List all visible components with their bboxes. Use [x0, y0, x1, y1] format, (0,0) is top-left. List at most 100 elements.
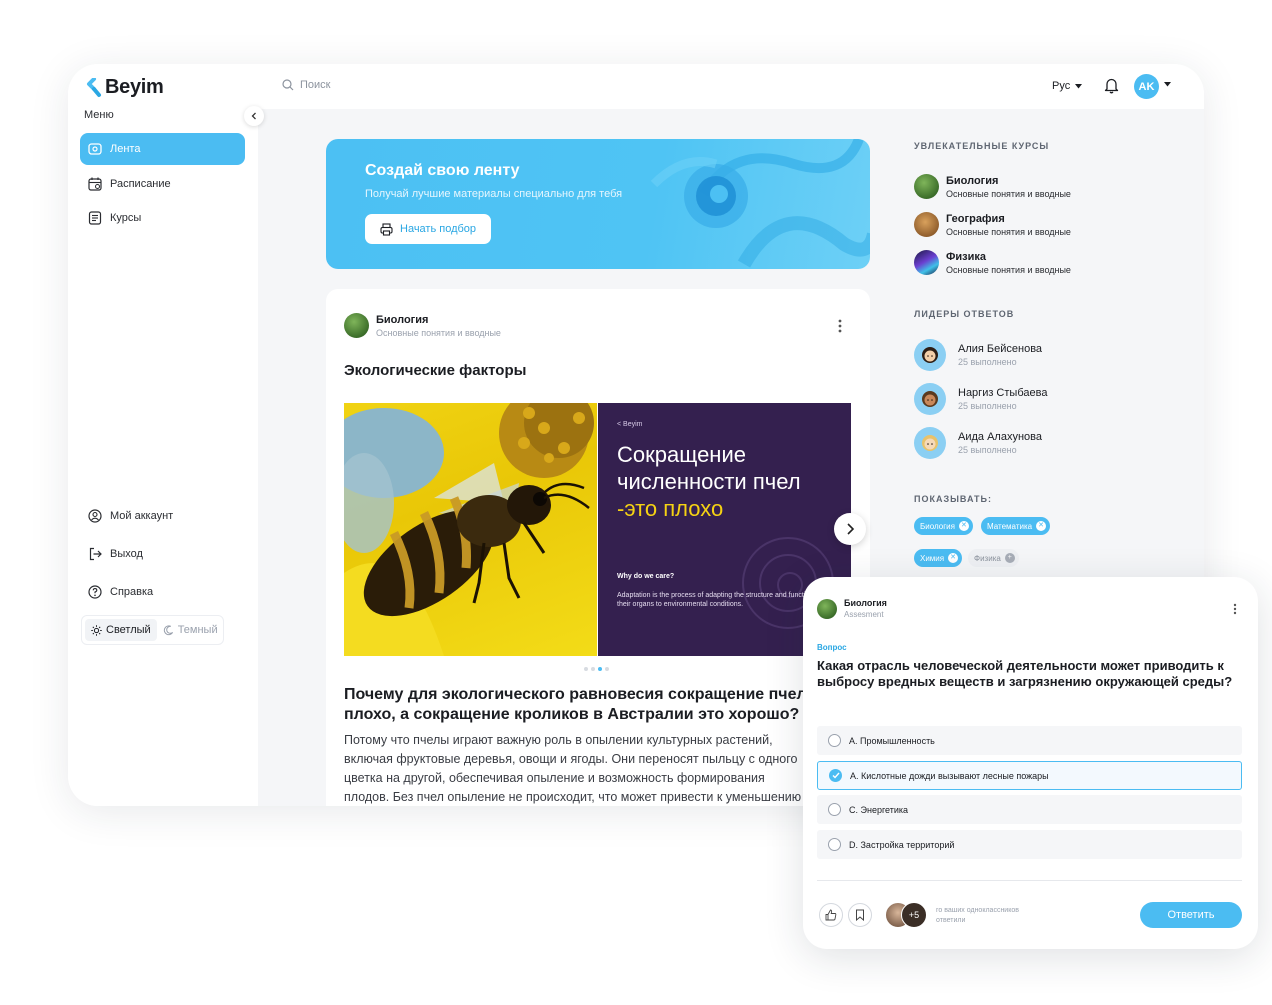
girl-avatar-icon	[922, 435, 938, 451]
filter-chip-biology[interactable]: Биология ✕	[914, 517, 973, 535]
girl-avatar-icon	[922, 347, 938, 363]
sidebar-item-label: Справка	[110, 586, 154, 598]
bee-illustration	[344, 403, 594, 656]
start-selection-label: Начать подбор	[400, 223, 477, 235]
radio-button[interactable]	[828, 734, 841, 747]
user-menu-caret-icon[interactable]	[1164, 82, 1171, 87]
add-icon[interactable]: +	[1004, 553, 1015, 563]
filter-chip-physics[interactable]: Физика +	[968, 549, 1019, 567]
beyim-logo-icon	[87, 77, 101, 97]
sidebar-item-schedule[interactable]: Расписание	[80, 168, 245, 200]
leader-item[interactable]: Аида Алахунова 25 выполнено	[914, 427, 1042, 459]
post-course-title: Биология	[376, 313, 429, 326]
calendar-icon	[88, 177, 102, 191]
answer-button[interactable]: Ответить	[1140, 902, 1242, 928]
sidebar-item-logout[interactable]: Выход	[80, 538, 245, 570]
remove-icon[interactable]: ✕	[948, 553, 959, 563]
geography-icon	[914, 212, 939, 237]
remove-icon[interactable]: ✕	[1036, 521, 1047, 531]
quiz-divider	[817, 880, 1242, 881]
feed-post: Биология Основные понятия и вводные Экол…	[326, 289, 870, 806]
radio-button[interactable]	[828, 838, 841, 851]
sidebar-item-label: Курсы	[110, 212, 142, 224]
bell-icon	[1104, 78, 1119, 94]
course-item-geography[interactable]: География Основные понятия и вводные	[914, 212, 1071, 237]
course-item-physics[interactable]: Физика Основные понятия и вводные	[914, 250, 1071, 275]
physics-icon	[914, 250, 939, 275]
more-classmates-count: +5	[901, 902, 927, 928]
theme-light-option[interactable]: Светлый	[85, 619, 157, 641]
classmates-answered-text: го ваших одноклассников ответили	[936, 907, 1019, 924]
post-slider: < Beyim Сокращение численности пчел -это…	[344, 403, 851, 656]
quiz-option[interactable]: D. Застройка территорий	[817, 830, 1242, 859]
slider-dot[interactable]	[591, 667, 595, 671]
sidebar-item-help[interactable]: Справка	[80, 576, 245, 608]
classmates-avatars: +5	[885, 902, 927, 928]
quiz-course-subtitle: Assesment	[844, 610, 884, 619]
quiz-card: Биология Assesment Вопрос Какая отрасль …	[803, 577, 1258, 949]
feed-icon	[88, 143, 102, 155]
leader-item[interactable]: Наргиз Стыбаева 25 выполнено	[914, 383, 1047, 415]
leader-avatar	[914, 383, 946, 415]
sidebar-item-label: Расписание	[110, 177, 171, 190]
quiz-option-selected[interactable]: A. Кислотные дожди вызывают лесные пожар…	[817, 761, 1242, 790]
theme-switcher: Светлый Темный	[81, 615, 224, 645]
bookmark-icon	[856, 909, 864, 921]
filter-chip-math[interactable]: Математика ✕	[981, 517, 1051, 535]
sun-icon	[91, 624, 102, 636]
moon-icon	[163, 624, 173, 635]
search-placeholder: Поиск	[300, 79, 331, 91]
biology-course-icon	[344, 313, 369, 338]
courses-heading: УВЛЕКАТЕЛЬНЫЕ КУРСЫ	[914, 141, 1050, 151]
search-input[interactable]: Поиск	[282, 79, 330, 91]
post-more-icon[interactable]	[838, 319, 842, 333]
sidebar-item-courses[interactable]: Курсы	[80, 202, 245, 234]
quiz-more-icon[interactable]	[1233, 603, 1237, 615]
radio-checked-icon[interactable]	[829, 769, 842, 782]
remove-icon[interactable]: ✕	[958, 521, 969, 531]
quiz-option[interactable]: A. Промышленность	[817, 726, 1242, 755]
chevron-right-icon	[846, 523, 854, 535]
slider-dot[interactable]	[605, 667, 609, 671]
slider-dot[interactable]	[598, 667, 602, 671]
course-item-biology[interactable]: Биология Основные понятия и вводные	[914, 174, 1071, 199]
post-course-subtitle: Основные понятия и вводные	[376, 327, 501, 338]
filter-chip-chemistry[interactable]: Химия ✕	[914, 549, 963, 567]
notifications-button[interactable]	[1104, 77, 1119, 99]
post-question: Почему для экологического равновесия сок…	[344, 686, 807, 723]
theme-light-label: Светлый	[106, 624, 151, 636]
sidebar-item-feed[interactable]: Лента	[80, 133, 245, 165]
slide-question: Why do we care?	[617, 573, 675, 580]
language-select[interactable]: Рус	[1052, 80, 1083, 92]
start-selection-button[interactable]: Начать подбор	[365, 214, 492, 244]
bookmark-button[interactable]	[848, 903, 872, 927]
logout-icon	[89, 547, 102, 561]
caret-down-icon	[1075, 83, 1083, 88]
sidebar-item-account[interactable]: Мой аккаунт	[80, 500, 245, 532]
topbar: Поиск Рус AK	[258, 64, 1204, 109]
theme-dark-option[interactable]: Темный	[157, 619, 224, 641]
bee-photo	[344, 403, 597, 656]
banner-title: Создай свою ленту	[365, 162, 520, 179]
sidebar-item-label: Выход	[110, 548, 143, 560]
sidebar: Beyim Меню Лента Расписание Курсы Мой ак…	[68, 64, 258, 806]
quiz-question: Какая отрасль человеческой деятельности …	[817, 658, 1233, 689]
radio-button[interactable]	[828, 803, 841, 816]
slider-next-button[interactable]	[834, 513, 866, 545]
leader-item[interactable]: Алия Бейсенова 25 выполнено	[914, 339, 1042, 371]
menu-title: Меню	[84, 109, 114, 121]
slide-brand-icon: <	[617, 421, 622, 428]
slider-dot[interactable]	[584, 667, 588, 671]
post-header: Биология Основные понятия и вводные	[344, 313, 501, 338]
banner-swirl-illustration	[650, 139, 870, 268]
like-button[interactable]	[819, 903, 843, 927]
account-icon	[88, 509, 102, 523]
biology-icon	[914, 174, 939, 199]
collapse-sidebar-button[interactable]	[244, 106, 264, 126]
slide-title: Сокращение численности пчел -это плохо	[617, 442, 801, 521]
girl-avatar-icon	[922, 391, 938, 407]
leader-avatar	[914, 339, 946, 371]
quiz-option[interactable]: C. Энергетика	[817, 795, 1242, 824]
logo[interactable]: Beyim	[86, 76, 164, 99]
user-avatar[interactable]: AK	[1134, 74, 1159, 99]
